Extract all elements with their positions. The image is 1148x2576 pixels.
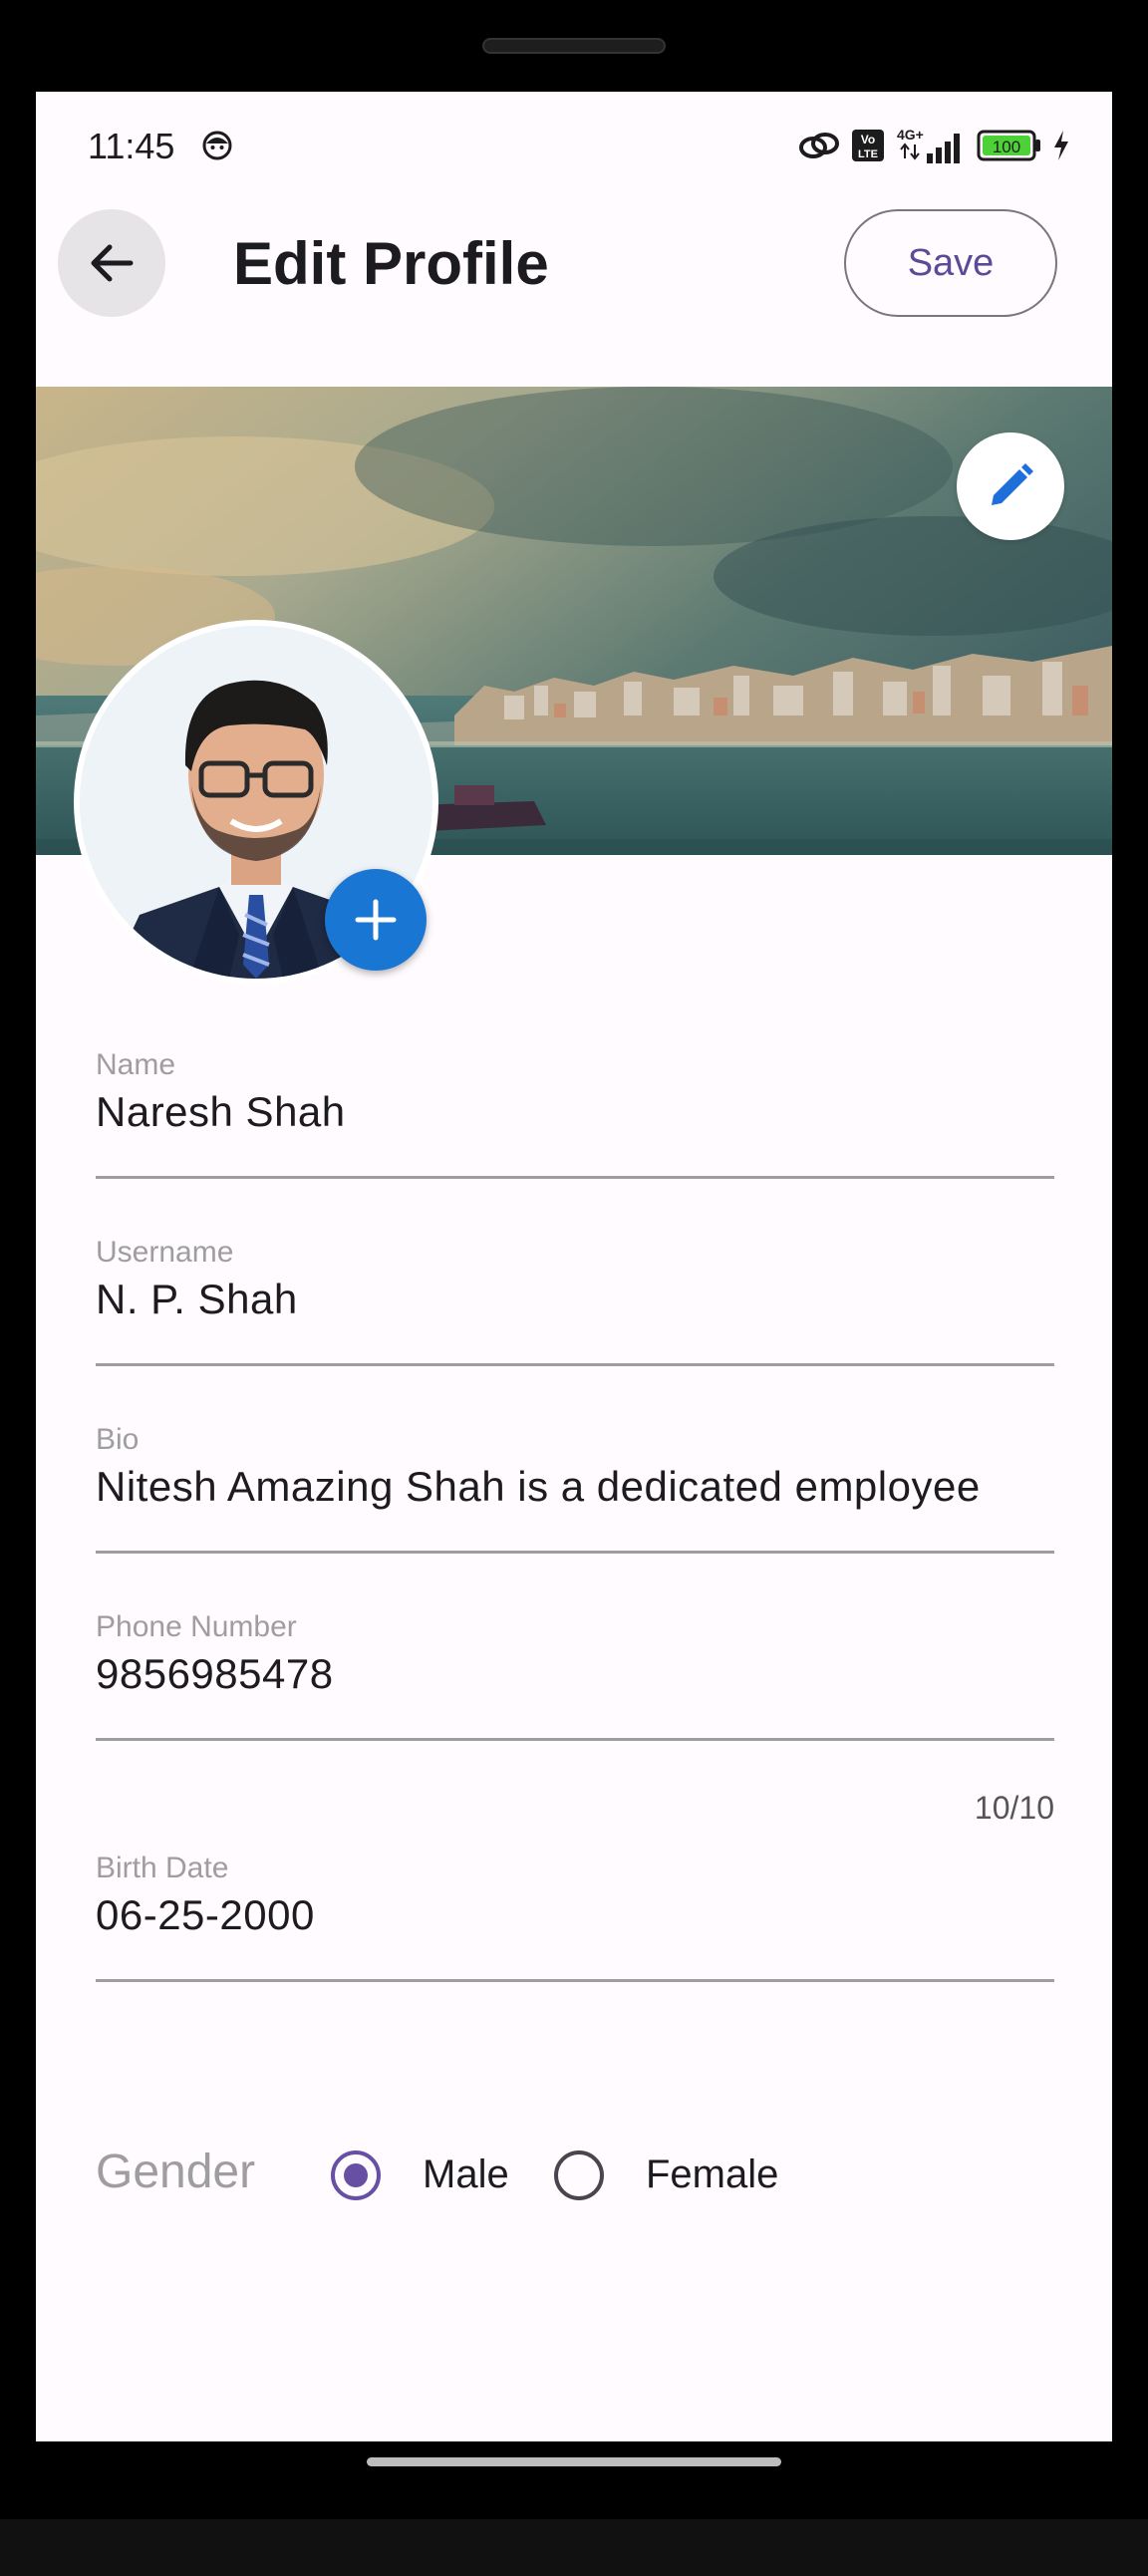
add-avatar-button[interactable] — [325, 869, 427, 971]
gender-female-radio[interactable] — [554, 2150, 604, 2200]
gender-male-radio[interactable] — [331, 2150, 381, 2200]
phone-value[interactable]: 9856985478 — [96, 1650, 334, 1698]
name-field[interactable]: Name Naresh Shah — [96, 1048, 1054, 1184]
username-field[interactable]: Username N. P. Shah — [96, 1236, 1054, 1371]
charging-bolt-icon — [1054, 131, 1068, 160]
birth-date-label: Birth Date — [96, 1852, 229, 1884]
arrow-left-icon — [91, 244, 134, 282]
username-value[interactable]: N. P. Shah — [96, 1276, 298, 1323]
phone-underline — [96, 1738, 1054, 1741]
username-label: Username — [96, 1236, 234, 1269]
bio-field[interactable]: Bio Nitesh Amazing Shah is a dedicated e… — [96, 1423, 1054, 1559]
phone-label: Phone Number — [96, 1610, 297, 1643]
status-time: 11:45 — [88, 126, 175, 166]
phone-field[interactable]: Phone Number 9856985478 — [96, 1610, 1054, 1746]
link-icon — [799, 133, 839, 158]
status-bar: 11:45 Vo LTE 4G+ 100 — [36, 92, 1112, 201]
svg-text:LTE: LTE — [858, 148, 878, 160]
earpiece-speaker — [482, 38, 666, 54]
edit-cover-button[interactable] — [957, 432, 1064, 540]
birth-date-field[interactable]: Birth Date 06-25-2000 — [96, 1852, 1054, 1987]
battery-icon: 100 — [977, 130, 1040, 161]
bio-label: Bio — [96, 1423, 140, 1456]
gender-label: Gender — [96, 2146, 256, 2198]
volte-icon: Vo LTE — [852, 130, 884, 161]
name-underline — [96, 1176, 1054, 1179]
name-value[interactable]: Naresh Shah — [96, 1088, 346, 1136]
pencil-icon — [992, 463, 1033, 505]
gender-male-label[interactable]: Male — [423, 2152, 509, 2197]
home-indicator[interactable] — [367, 2457, 781, 2466]
page-title: Edit Profile — [233, 230, 549, 297]
plus-icon — [355, 899, 397, 941]
svg-text:4G+: 4G+ — [897, 127, 924, 143]
gender-female-label[interactable]: Female — [646, 2152, 778, 2197]
app-screen: 11:45 Vo LTE 4G+ 100 Edit Profile Save N… — [36, 92, 1112, 2441]
bio-value[interactable]: Nitesh Amazing Shah is a dedicated emplo… — [96, 1463, 981, 1511]
phone-chin — [0, 2519, 1148, 2576]
phone-frame: 11:45 Vo LTE 4G+ 100 Edit Profile Save N… — [0, 0, 1148, 2576]
birth-date-value[interactable]: 06-25-2000 — [96, 1891, 315, 1939]
notification-face-icon — [202, 131, 232, 160]
phone-character-counter: 10/10 — [974, 1790, 1054, 1826]
bio-underline — [96, 1551, 1054, 1554]
username-underline — [96, 1363, 1054, 1366]
back-button[interactable] — [58, 209, 165, 317]
birth-date-underline — [96, 1979, 1054, 1982]
name-label: Name — [96, 1048, 176, 1081]
signal-icon: 4G+ — [897, 127, 960, 163]
svg-text:Vo: Vo — [861, 133, 875, 146]
svg-text:100: 100 — [993, 138, 1020, 156]
gender-selector: Gender Male Female — [96, 2137, 993, 2212]
navigation-bar — [0, 2441, 1148, 2521]
status-icons: Vo LTE 4G+ 100 — [797, 126, 1070, 165]
save-button[interactable]: Save — [844, 209, 1057, 317]
